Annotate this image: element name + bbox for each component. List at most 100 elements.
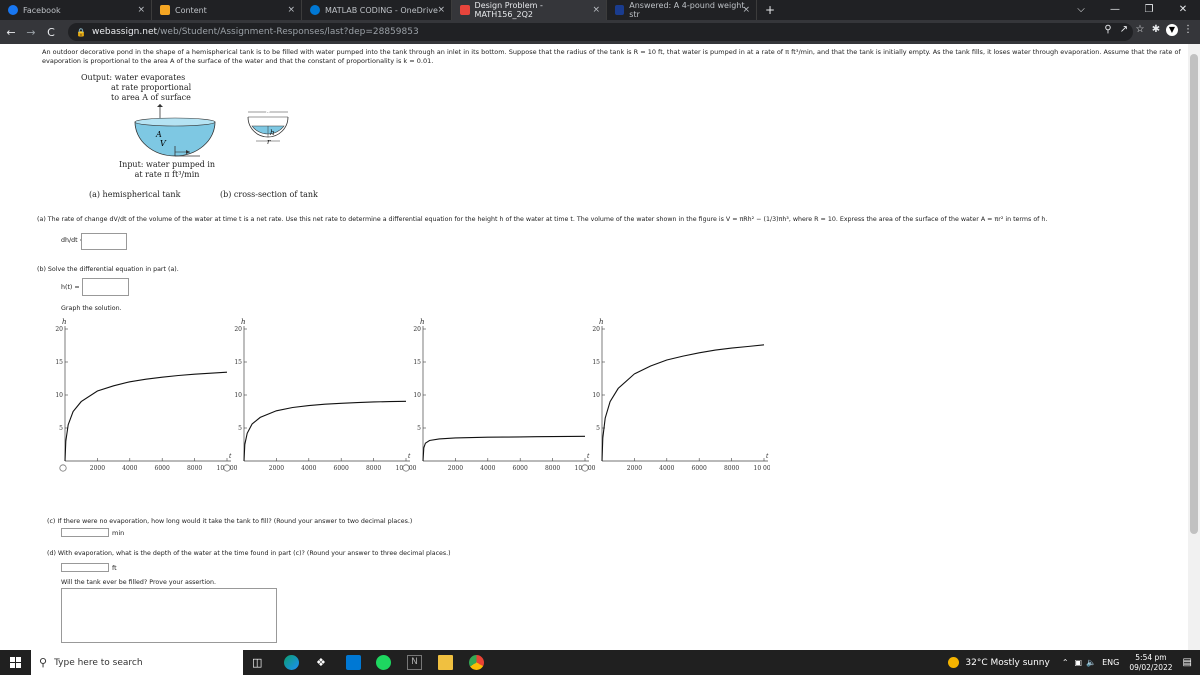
graph-x-tick-label: 6000 — [513, 465, 528, 472]
tray-chevron-icon[interactable]: ⌃ — [1062, 658, 1069, 667]
graph-y-label: h — [241, 318, 246, 326]
bookmark-star-icon[interactable]: ☆ — [1132, 24, 1148, 36]
tab-label: MATLAB CODING - OneDrive — [325, 5, 438, 15]
onedrive-icon — [310, 5, 320, 15]
new-tab-button[interactable]: + — [757, 0, 783, 20]
tab-search-icon[interactable]: ⌵ — [1064, 0, 1098, 20]
notion-icon[interactable]: N — [407, 655, 422, 670]
close-window-button[interactable]: ✕ — [1166, 0, 1200, 20]
mail-icon[interactable] — [346, 655, 361, 670]
assertion-textarea[interactable] — [61, 588, 277, 643]
graph-y-tick-label: 10 — [413, 392, 421, 399]
content-icon — [160, 5, 170, 15]
weather-icon[interactable] — [948, 657, 960, 668]
search-placeholder: Type here to search — [54, 657, 143, 668]
label-r: r — [267, 138, 271, 146]
tab-answered[interactable]: Answered: A 4-pound weight str × — [607, 0, 757, 20]
minimize-button[interactable]: — — [1098, 0, 1132, 20]
ht-label: h(t) = — [61, 284, 80, 291]
figure-output-text: Output: water evaporates at rate proport… — [81, 73, 191, 103]
part-b-text: (b) Solve the differential equation in p… — [37, 266, 179, 273]
graph-choice-radio[interactable] — [402, 464, 410, 472]
graph-x-tick-label: 8000 — [366, 465, 381, 472]
clock-time: 5:54 pm — [1135, 652, 1167, 662]
menu-icon[interactable]: ⋮ — [1180, 24, 1196, 36]
address-bar[interactable]: 🔒 webassign.net/web/Student/Assignment-R… — [68, 23, 1133, 41]
input-line-1: Input: water pumped in — [119, 160, 216, 169]
clock[interactable]: 5:54 pm 09/02/2022 — [1129, 653, 1172, 673]
depth-input[interactable] — [61, 563, 109, 572]
dropbox-icon[interactable]: ❖ — [316, 655, 331, 670]
notification-icon[interactable]: ▤ — [1183, 657, 1192, 668]
graph-choice-radio[interactable] — [223, 464, 231, 472]
graph-y-tick-label: 10 — [234, 392, 242, 399]
fill-time-input[interactable] — [61, 528, 109, 537]
graph-y-tick-label: 20 — [592, 326, 600, 333]
volume-icon[interactable]: 🔈 — [1086, 658, 1096, 667]
tab-design-problem[interactable]: Design Problem - MATH156_2Q2 × — [452, 0, 607, 20]
graph-options: h t 5 10 15 20 2000 4000 6000 8000 10 000 h t 5 10 15 20… — [55, 318, 770, 472]
graph-choice-radio[interactable] — [59, 464, 67, 472]
language-indicator[interactable]: ENG — [1102, 658, 1119, 667]
start-icon[interactable] — [10, 657, 21, 668]
graph-x-tick-label: 8000 — [545, 465, 560, 472]
page-content: An outdoor decorative pond in the shape … — [0, 44, 1188, 650]
graph-y-label: h — [420, 318, 425, 326]
graph-solution-curve — [601, 344, 765, 462]
taskbar-search[interactable]: ⚲ Type here to search — [31, 650, 243, 675]
edge-icon[interactable] — [284, 655, 299, 670]
extensions-icon[interactable]: ✱ — [1148, 24, 1164, 36]
graph-y-tick-label: 5 — [59, 425, 63, 432]
scroll-thumb[interactable] — [1190, 54, 1198, 534]
profile-icon[interactable]: ▼ — [1166, 24, 1178, 36]
tab-content[interactable]: Content × — [152, 0, 302, 20]
ht-input[interactable] — [82, 278, 129, 296]
forward-button[interactable]: → — [22, 26, 40, 39]
dhdt-input[interactable] — [81, 233, 127, 250]
tab-close-icon[interactable]: × — [742, 5, 750, 15]
zoom-icon[interactable]: ⚲ — [1100, 24, 1116, 36]
graph-y-tick-label: 20 — [55, 326, 63, 333]
tab-facebook[interactable]: Facebook × — [0, 0, 152, 20]
weather-text[interactable]: 32°C Mostly sunny — [965, 658, 1049, 668]
webassign-icon — [460, 5, 470, 15]
windows-taskbar: ⚲ Type here to search ◫ ❖ N 32°C Mostly … — [0, 650, 1200, 675]
output-line-1: Output: water evaporates — [81, 73, 186, 82]
back-button[interactable]: ← — [2, 26, 20, 39]
graph-x-tick-label: 4000 — [122, 465, 137, 472]
tab-label: Design Problem - MATH156_2Q2 — [474, 1, 543, 19]
graph-x-tick-label: 6000 — [692, 465, 707, 472]
graph-y-tick-label: 20 — [413, 326, 421, 333]
chrome-icon[interactable] — [469, 655, 484, 670]
restore-button[interactable]: ❐ — [1132, 0, 1166, 20]
output-line-2: at rate proportional — [111, 83, 192, 92]
share-icon[interactable]: ↗ — [1116, 24, 1132, 36]
facebook-icon — [8, 5, 18, 15]
caption-b: (b) cross-section of tank — [220, 190, 318, 199]
tab-close-icon[interactable]: × — [287, 5, 295, 15]
lock-icon[interactable]: 🔒 — [76, 28, 86, 37]
tab-close-icon[interactable]: × — [137, 5, 145, 15]
graph-y-tick-label: 5 — [596, 425, 600, 432]
graph-x-tick-label: 8000 — [187, 465, 202, 472]
network-icon[interactable]: ▣ — [1075, 658, 1083, 667]
search-icon: ⚲ — [39, 656, 48, 669]
reload-button[interactable]: C — [42, 26, 60, 39]
label-R: R — [264, 108, 271, 117]
task-view-icon[interactable]: ◫ — [252, 655, 267, 670]
graph-y-tick-label: 15 — [413, 359, 421, 366]
page-scrollbar[interactable] — [1188, 44, 1200, 650]
graph-x-tick-label: 4000 — [301, 465, 316, 472]
graph-x-tick-label: 2000 — [448, 465, 463, 472]
graph-y-tick-label: 10 — [592, 392, 600, 399]
browser-toolbar: ← → C 🔒 webassign.net/web/Student/Assign… — [0, 20, 1200, 44]
part-a-text: (a) The rate of change dV/dt of the volu… — [37, 216, 1048, 223]
graph-choice-radio[interactable] — [581, 464, 589, 472]
tab-close-icon[interactable]: × — [592, 5, 600, 15]
file-explorer-icon[interactable] — [438, 655, 453, 670]
tab-close-icon[interactable]: × — [437, 5, 445, 15]
spotify-icon[interactable] — [376, 655, 391, 670]
caption-a: (a) hemispherical tank — [89, 190, 181, 199]
system-tray: 32°C Mostly sunny ⌃ ▣ 🔈 ENG 5:54 pm 09/0… — [948, 650, 1200, 675]
tab-onedrive[interactable]: MATLAB CODING - OneDrive × — [302, 0, 452, 20]
